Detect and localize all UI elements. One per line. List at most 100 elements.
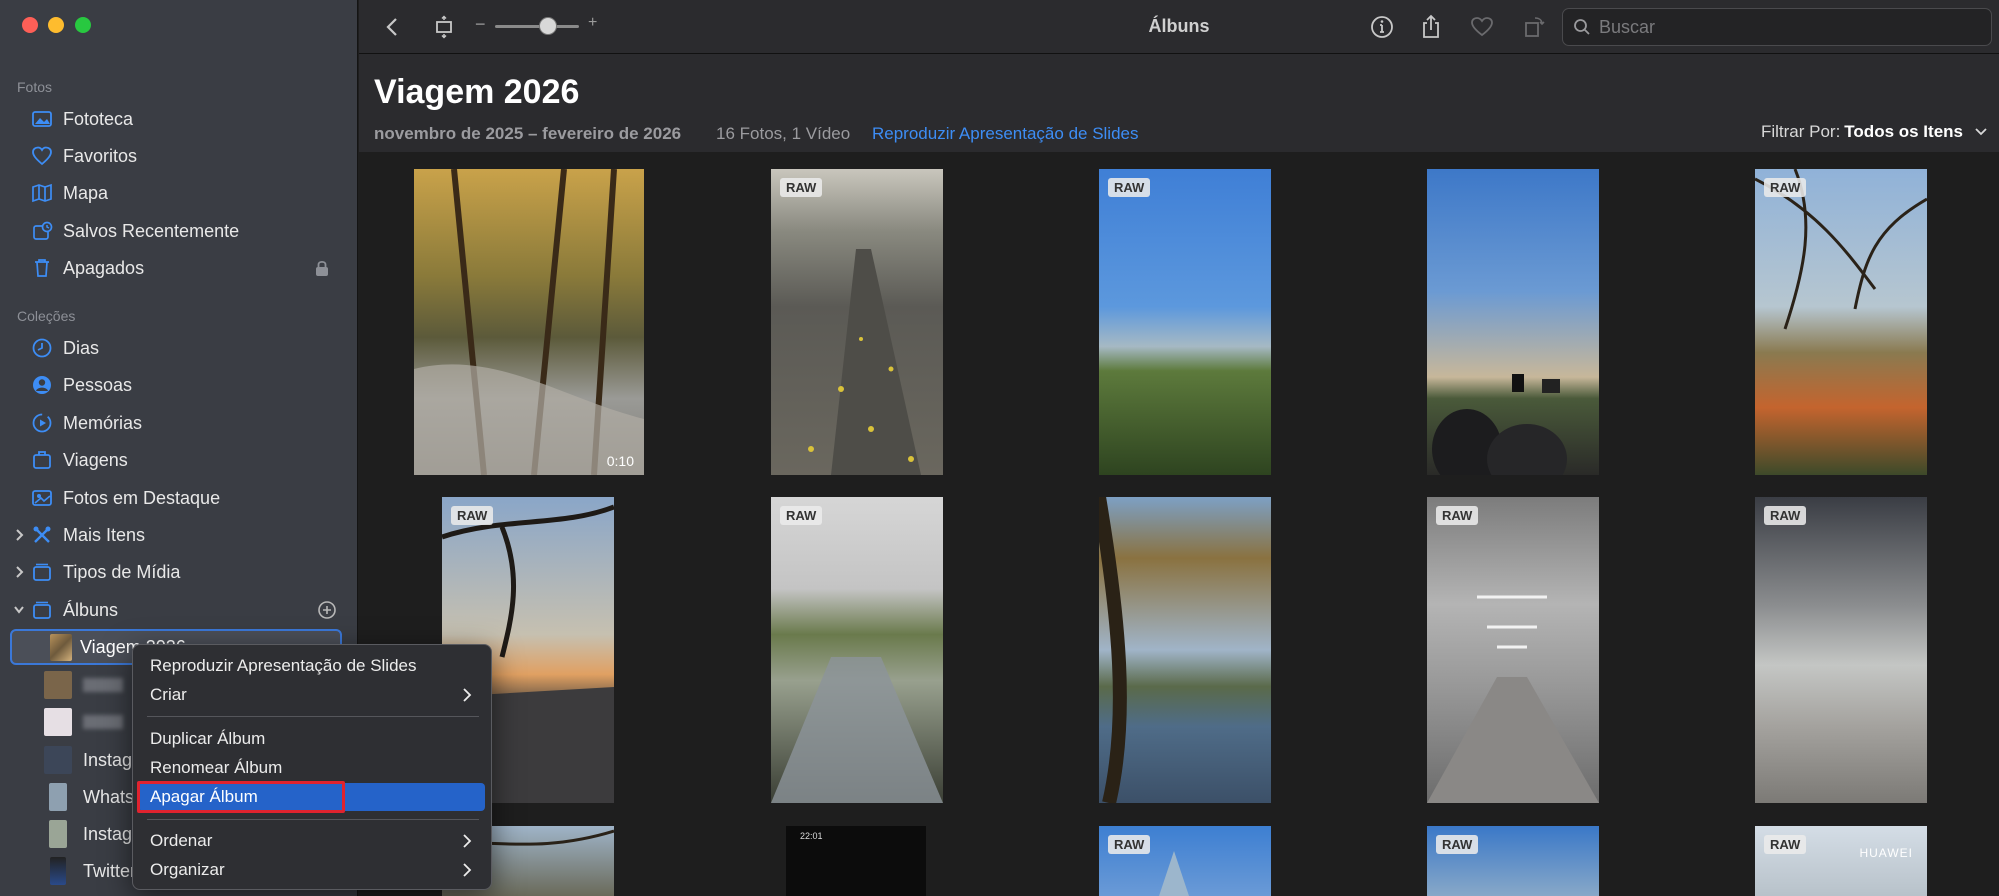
sidebar-item-tipos-de-midia[interactable]: Tipos de Mídia xyxy=(0,554,358,590)
menu-item-duplicar-album[interactable]: Duplicar Álbum xyxy=(139,725,485,753)
album-label: Instagr xyxy=(83,749,139,770)
raw-badge: RAW xyxy=(1108,178,1151,197)
sidebar-album[interactable] xyxy=(44,667,123,703)
share-button[interactable] xyxy=(1417,13,1445,41)
video-duration: 0:10 xyxy=(606,453,634,469)
sidebar-item-apagados[interactable]: Apagados xyxy=(0,250,358,286)
menu-item-label: Ordenar xyxy=(150,831,213,850)
play-slideshow-link[interactable]: Reproduzir Apresentação de Slides xyxy=(872,124,1139,144)
rotate-button[interactable] xyxy=(1520,13,1548,41)
sidebar-item-fototeca[interactable]: Fototeca xyxy=(0,101,358,137)
menu-item-apagar-album[interactable]: Apagar Álbum xyxy=(137,781,485,813)
sidebar-item-memorias[interactable]: Memórias xyxy=(0,405,358,441)
sidebar-item-viagens[interactable]: Viagens xyxy=(0,442,358,478)
main-content: − + Álbuns Viagem 2026 novembro de 2025 … xyxy=(359,0,1999,896)
album-thumbnail xyxy=(49,783,67,811)
menu-item-label: Reproduzir Apresentação de Slides xyxy=(150,656,417,675)
person-icon xyxy=(31,374,53,396)
sidebar-item-label: Álbuns xyxy=(63,599,119,620)
search-input[interactable] xyxy=(1599,16,1979,38)
chevron-down-icon[interactable] xyxy=(12,601,26,619)
chevron-right-icon[interactable] xyxy=(12,526,26,544)
map-icon xyxy=(31,182,53,204)
raw-badge: RAW xyxy=(1764,835,1807,854)
sidebar-item-dias[interactable]: Dias xyxy=(0,330,358,366)
suitcase-icon xyxy=(31,449,53,471)
fullscreen-window-button[interactable] xyxy=(75,17,91,33)
minimize-window-button[interactable] xyxy=(48,17,64,33)
photo-library-icon xyxy=(31,108,53,130)
photo-thumbnail[interactable]: RAW xyxy=(1427,497,1599,803)
section-header-fotos: Fotos xyxy=(17,79,53,95)
sidebar-album-instagram-2[interactable]: Instagr xyxy=(44,816,138,852)
toolbar: − + Álbuns xyxy=(359,0,1999,54)
sidebar-album-twitter[interactable]: Twitter xyxy=(44,853,136,889)
menu-item-label: Renomear Álbum xyxy=(150,758,283,777)
album-thumbnail xyxy=(44,708,72,736)
blurred-album-label xyxy=(83,715,123,729)
chevron-right-icon[interactable] xyxy=(12,563,26,581)
photo-thumbnail[interactable]: RAW xyxy=(1755,169,1927,475)
album-title: Viagem 2026 xyxy=(374,73,580,111)
chevron-right-icon xyxy=(463,688,472,702)
menu-item-label: Organizar xyxy=(150,860,225,879)
recently-saved-icon xyxy=(31,220,53,242)
media-types-icon xyxy=(31,561,53,583)
menu-item-ordenar[interactable]: Ordenar xyxy=(139,827,485,855)
photo-thumbnail[interactable]: 22:01 xyxy=(786,826,926,896)
photo-thumbnail[interactable]: RAW xyxy=(771,497,943,803)
raw-badge: RAW xyxy=(1764,178,1807,197)
sidebar-item-pessoas[interactable]: Pessoas xyxy=(0,367,358,403)
filter-dropdown[interactable]: Filtrar Por: Todos os Itens xyxy=(1761,122,1989,142)
sidebar-item-fotos-em-destaque[interactable]: Fotos em Destaque xyxy=(0,480,358,516)
sidebar-item-salvos-recentemente[interactable]: Salvos Recentemente xyxy=(0,213,358,249)
sidebar-item-label: Viagens xyxy=(63,449,128,470)
sidebar-album-whatsapp[interactable]: Whats xyxy=(44,779,134,815)
search-icon xyxy=(1574,19,1590,35)
search-field[interactable] xyxy=(1562,8,1992,46)
album-header: Viagem 2026 novembro de 2025 – fevereiro… xyxy=(359,54,1999,152)
photo-thumbnail[interactable] xyxy=(1099,497,1271,803)
sidebar-album[interactable] xyxy=(44,704,123,740)
clock-icon xyxy=(31,337,53,359)
raw-badge: RAW xyxy=(451,506,494,525)
album-thumbnail xyxy=(44,671,72,699)
raw-badge: RAW xyxy=(1764,506,1807,525)
sidebar-item-label: Favoritos xyxy=(63,145,138,166)
photo-thumbnail[interactable] xyxy=(1427,169,1599,475)
menu-item-play-slideshow[interactable]: Reproduzir Apresentação de Slides xyxy=(139,652,485,680)
raw-badge: RAW xyxy=(780,178,823,197)
info-button[interactable] xyxy=(1368,13,1396,41)
menu-item-renomear-album[interactable]: Renomear Álbum xyxy=(139,754,485,782)
albums-icon xyxy=(31,599,53,621)
rotate-icon xyxy=(1525,17,1545,37)
photo-thumbnail[interactable]: RAW HUAWEI xyxy=(1755,826,1927,896)
photo-thumbnail[interactable]: RAW xyxy=(1099,169,1271,475)
photo-thumbnail[interactable]: RAW xyxy=(1427,826,1599,896)
sidebar-item-mapa[interactable]: Mapa xyxy=(0,175,358,211)
sidebar-album-instagram[interactable]: Instagr xyxy=(44,742,138,778)
sidebar-item-label: Memórias xyxy=(63,412,143,433)
album-label: Whats xyxy=(83,786,135,807)
menu-item-criar[interactable]: Criar xyxy=(139,681,485,709)
photo-thumbnail[interactable]: 0:10 xyxy=(414,169,644,475)
photo-thumbnail[interactable]: RAW xyxy=(1099,826,1271,896)
sidebar-item-albuns[interactable]: Álbuns xyxy=(0,592,358,628)
status-time: 22:01 xyxy=(800,831,823,841)
chevron-right-icon xyxy=(463,863,472,877)
sidebar-item-label: Mais Itens xyxy=(63,524,146,545)
menu-item-organizar[interactable]: Organizar xyxy=(139,856,485,884)
photo-thumbnail[interactable]: RAW xyxy=(1755,497,1927,803)
sidebar-item-label: Fototeca xyxy=(63,108,134,129)
photo-thumbnail[interactable]: RAW xyxy=(771,169,943,475)
sidebar-item-mais-itens[interactable]: Mais Itens xyxy=(0,517,358,553)
raw-badge: RAW xyxy=(1436,835,1479,854)
album-thumbnail xyxy=(50,634,72,661)
sidebar-item-favoritos[interactable]: Favoritos xyxy=(0,138,358,174)
heart-icon xyxy=(1471,17,1493,37)
close-window-button[interactable] xyxy=(22,17,38,33)
favorite-button[interactable] xyxy=(1468,13,1496,41)
share-icon xyxy=(1423,14,1439,38)
blurred-album-label xyxy=(83,678,123,692)
add-album-icon[interactable] xyxy=(316,599,338,621)
